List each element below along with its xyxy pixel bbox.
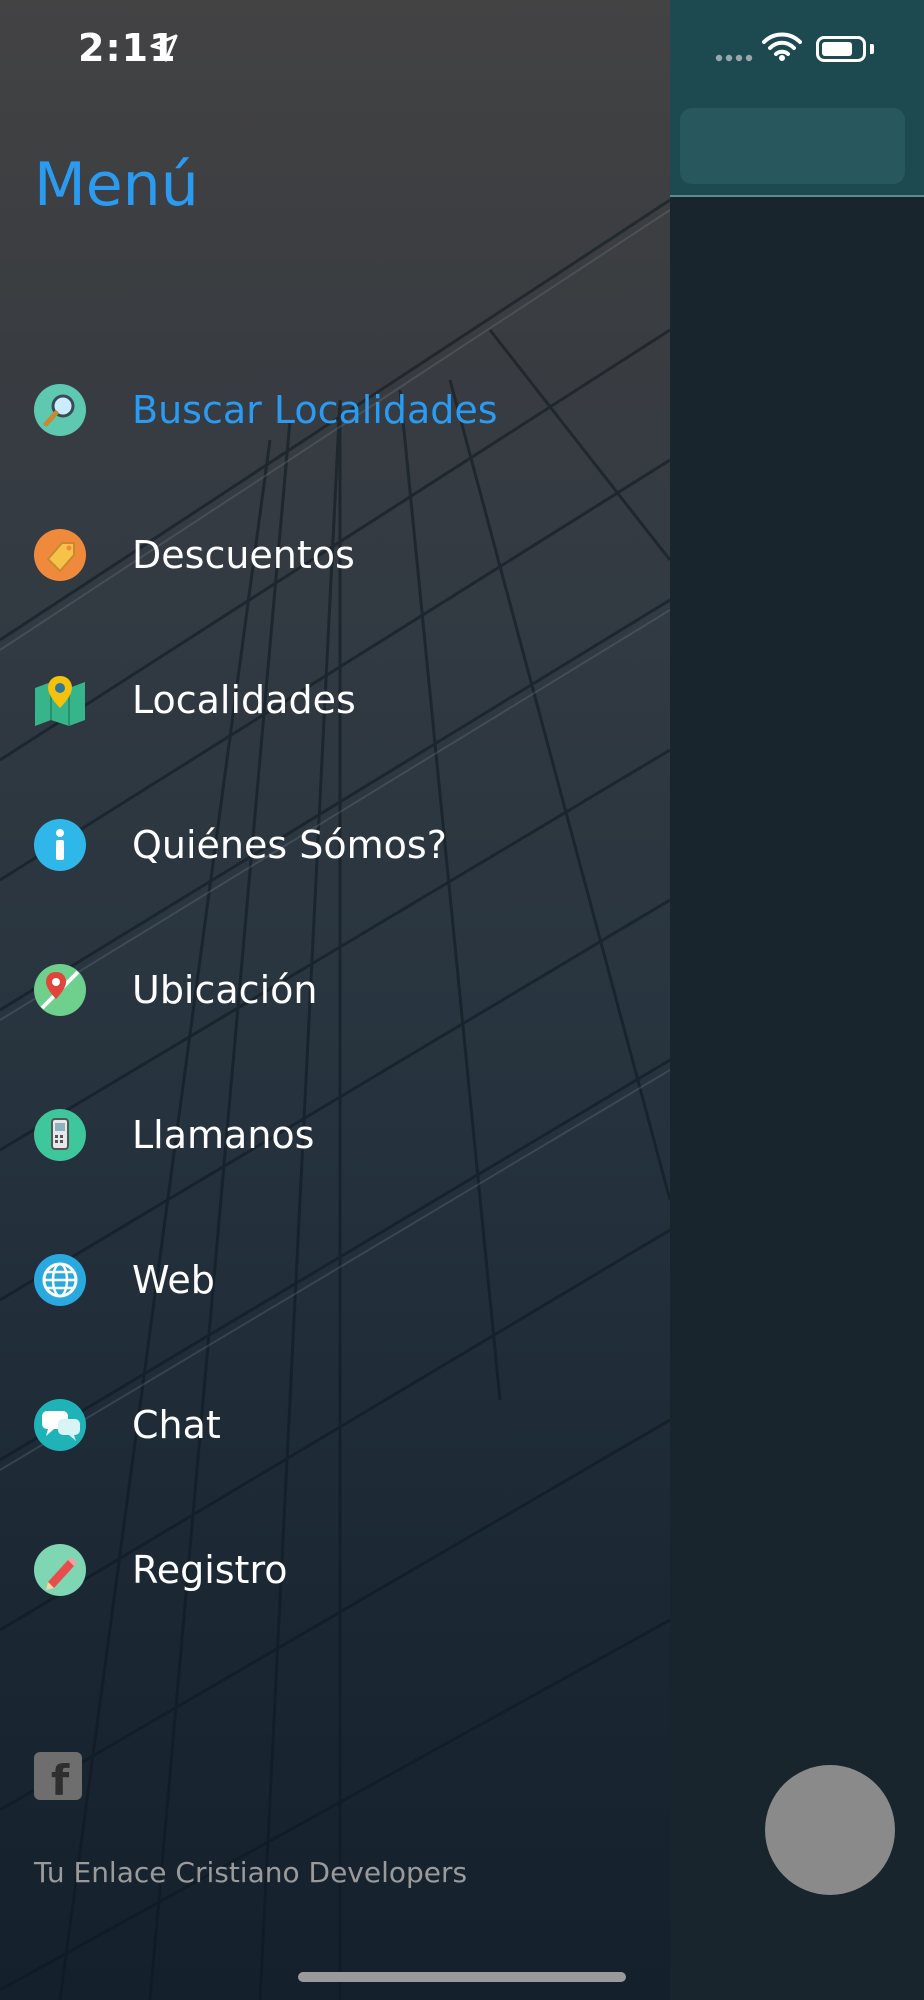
main-search-bar[interactable]	[680, 108, 905, 184]
phone-icon	[34, 1109, 86, 1161]
menu-item-localidades[interactable]: Localidades	[34, 670, 356, 730]
price-tag-icon	[34, 529, 86, 581]
signal-icon	[715, 54, 753, 62]
menu-item-buscar-localidades[interactable]: Buscar Localidades	[34, 380, 498, 440]
menu-item-label: Web	[132, 1258, 215, 1302]
menu-item-label: Buscar Localidades	[132, 388, 498, 432]
menu-item-chat[interactable]: Chat	[34, 1395, 221, 1455]
menu-title: Menú	[34, 150, 199, 220]
menu-item-llamanos[interactable]: Llamanos	[34, 1105, 314, 1165]
chat-icon	[34, 1399, 86, 1451]
menu-item-ubicacion[interactable]: Ubicación	[34, 960, 317, 1020]
menu-item-label: Llamanos	[132, 1113, 315, 1157]
info-icon	[34, 819, 86, 871]
home-indicator[interactable]	[298, 1972, 626, 1982]
menu-item-web[interactable]: Web	[34, 1250, 215, 1310]
menu-item-label: Descuentos	[132, 533, 355, 577]
menu-item-label: Registro	[132, 1548, 288, 1592]
location-icon	[34, 964, 86, 1016]
pencil-icon	[34, 1544, 86, 1596]
menu-item-descuentos[interactable]: Descuentos	[34, 525, 355, 585]
menu-item-label: Chat	[132, 1403, 221, 1447]
wifi-icon	[762, 32, 802, 61]
menu-item-quienes-somos[interactable]: Quiénes Sómos?	[34, 815, 447, 875]
facebook-icon[interactable]: f	[34, 1752, 82, 1805]
menu-item-registro[interactable]: Registro	[34, 1540, 288, 1600]
footer-credit: Tu Enlace Cristiano Developers	[34, 1856, 468, 1889]
floating-action-button[interactable]	[765, 1765, 895, 1895]
map-pin-icon	[34, 674, 86, 726]
side-drawer: 2:11 Menú Buscar Localidades Descuentos …	[0, 0, 670, 2000]
location-arrow-icon	[150, 34, 178, 62]
menu-item-label: Quiénes Sómos?	[132, 823, 447, 867]
globe-icon	[34, 1254, 86, 1306]
menu-item-label: Localidades	[132, 678, 356, 722]
menu-item-label: Ubicación	[132, 968, 318, 1012]
magnifier-icon	[34, 384, 86, 436]
battery-nub	[870, 44, 874, 54]
battery-icon	[816, 36, 866, 62]
